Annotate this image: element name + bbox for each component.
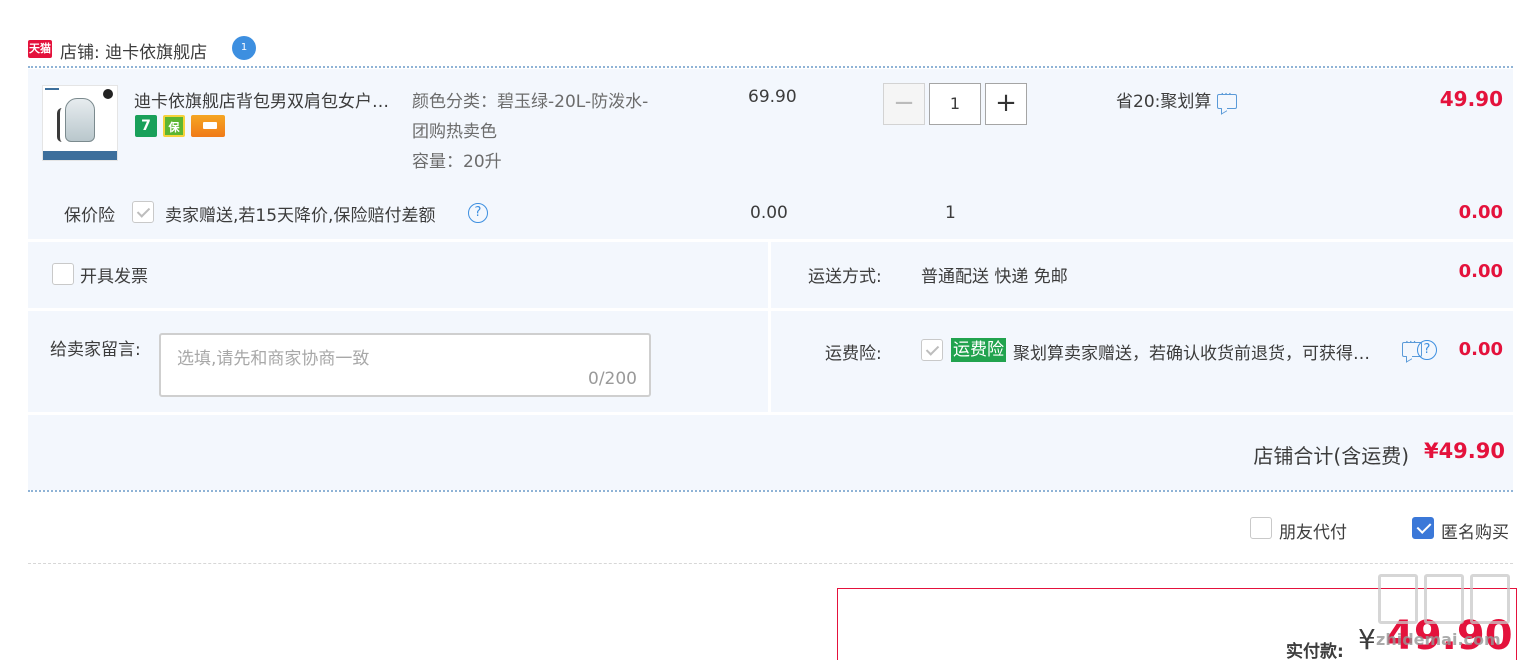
shop-total-label: 店铺合计(含运费) [1253, 444, 1409, 468]
shipping-fee: 0.00 [1458, 261, 1503, 282]
price-protection-price: 0.00 [750, 203, 788, 223]
summary-divider [28, 490, 1513, 492]
watermark-text: zhidemai.com [1376, 630, 1501, 649]
freight-insurance-checkbox[interactable] [921, 339, 943, 361]
freight-insurance-panel: 运费险: 运费险 聚划算卖家赠送，若确认收货前退货，可获得运费补偿 ? 0.00 [771, 311, 1513, 412]
brand-dot-icon [103, 89, 113, 99]
shop-summary: 店铺合计(含运费) ¥49.90 [28, 415, 1513, 490]
shipping-label: 运送方式: [808, 267, 882, 287]
seller-message-placeholder: 选填,请先和商家协商一致 [177, 349, 370, 369]
shop-header: 天猫 店铺: 迪卡依旗舰店 1 [28, 34, 1513, 66]
seller-message-input[interactable]: 选填,请先和商家协商一致 0/200 [159, 333, 651, 397]
price-protection-qty: 1 [945, 203, 956, 223]
seller-message-label: 给卖家留言: [50, 340, 141, 360]
product-thumbnail[interactable] [42, 85, 118, 161]
shop-divider [28, 66, 1513, 68]
price-protection-label: 保价险 [64, 206, 115, 226]
watermark-glyph-2 [1424, 574, 1464, 624]
item-subtotal: 49.90 [1439, 87, 1503, 111]
decrease-quantity-button[interactable]: − [883, 83, 925, 125]
sku-color-cont: 团购热卖色 [412, 122, 497, 142]
watermark-glyph-1 [1378, 574, 1418, 624]
wangwang-chat-icon[interactable]: 1 [232, 36, 256, 60]
shipping-panel: 运送方式: 普通配送 快递 免邮 0.00 [771, 242, 1513, 308]
order-item-row: 迪卡依旗舰店背包男双肩包女户外登山包 7保 颜色分类：碧玉绿-20L-防泼水- … [28, 69, 1513, 239]
freight-insurance-label: 运费险: [825, 344, 882, 364]
seller-message-panel: 给卖家留言: 选填,请先和商家协商一致 0/200 [28, 311, 768, 412]
anonymous-purchase-checkbox[interactable] [1412, 517, 1434, 539]
payment-label: 实付款: [1286, 642, 1344, 660]
service-icons: 7保 [135, 115, 231, 137]
credit-card-icon[interactable] [191, 115, 225, 137]
options-divider [28, 563, 1513, 564]
sku-info: 颜色分类：碧玉绿-20L-防泼水- 团购热卖色 容量：20升 [412, 87, 648, 177]
thumbnail-tag [45, 88, 59, 92]
price-protection-total: 0.00 [1458, 202, 1503, 223]
shop-name-link[interactable]: 店铺: 迪卡依旗舰店 [60, 38, 207, 63]
promo-text: 省20:聚划算 [1116, 92, 1212, 112]
invoice-label[interactable]: 开具发票 [80, 262, 148, 287]
backpack-image [65, 98, 95, 142]
friend-pay-checkbox[interactable] [1250, 517, 1272, 539]
promo-info: 省20:聚划算 [1116, 87, 1238, 112]
sku-color: 颜色分类：碧玉绿-20L-防泼水- [412, 92, 649, 112]
price-protection-text: 卖家赠送,若15天降价,保险赔付差额 [165, 206, 436, 226]
promo-comment-icon[interactable] [1217, 87, 1238, 109]
price-protection-checkbox[interactable] [132, 201, 154, 223]
tmall-logo-icon: 天猫 [28, 40, 52, 58]
freight-insurance-text: 聚划算卖家赠送，若确认收货前退货，可获得运费补偿 [1013, 344, 1373, 364]
shop-total-value: ¥49.90 [1423, 439, 1505, 463]
site-watermark: zhidemai.com [1372, 574, 1522, 658]
freight-insurance-fee: 0.00 [1458, 339, 1503, 360]
invoice-panel: 开具发票 [28, 242, 768, 308]
shipping-method[interactable]: 普通配送 快递 免邮 [921, 262, 1068, 287]
friend-pay-label[interactable]: 朋友代付 [1279, 518, 1347, 543]
freight-insurance-help-icon[interactable]: ? [1417, 340, 1437, 360]
invoice-checkbox[interactable] [52, 263, 74, 285]
consumer-guarantee-icon[interactable]: 保 [163, 115, 185, 137]
unit-price: 69.90 [748, 87, 797, 107]
price-protection-help-icon[interactable]: ? [468, 203, 488, 223]
product-title-link[interactable]: 迪卡依旗舰店背包男双肩包女户外登山包 [134, 87, 404, 112]
thumbnail-caption-bar [43, 151, 117, 160]
watermark-logo [1378, 574, 1510, 624]
seller-message-char-count: 0/200 [588, 369, 637, 389]
anonymous-purchase-label[interactable]: 匿名购买 [1441, 518, 1509, 543]
quantity-input[interactable]: 1 [929, 83, 981, 125]
freight-insurance-badge: 运费险 [951, 338, 1006, 362]
increase-quantity-button[interactable]: + [985, 83, 1027, 125]
sku-capacity: 容量：20升 [412, 152, 502, 172]
watermark-glyph-3 [1470, 574, 1510, 624]
seven-day-return-icon[interactable]: 7 [135, 115, 157, 137]
